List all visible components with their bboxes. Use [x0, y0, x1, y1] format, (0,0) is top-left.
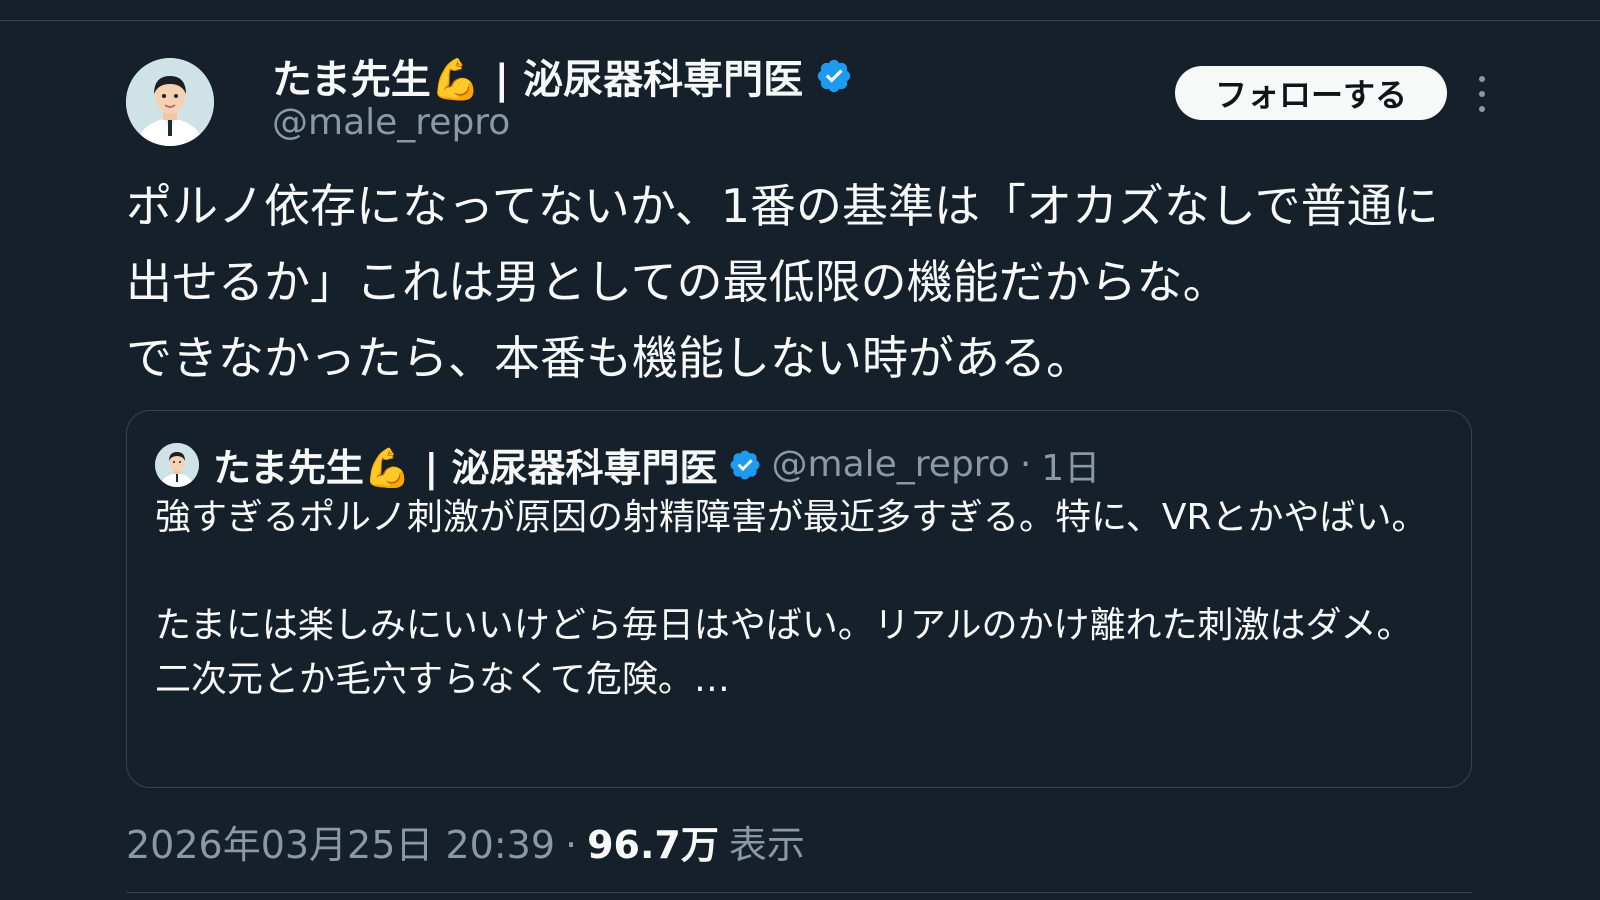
meta-separator: · — [565, 823, 578, 867]
doctor-avatar-icon — [126, 58, 214, 146]
tweet-meta: 2026年03月25日 20:39 · 96.7万 表示 — [126, 814, 805, 869]
follow-button[interactable]: フォローする — [1175, 66, 1447, 120]
views-label: 表示 — [728, 823, 805, 867]
more-dot — [1479, 91, 1485, 97]
quoted-author-display-name: たま先生💪 | 泌尿器科専門医 — [213, 446, 718, 490]
author-name-row: たま先生💪 | 泌尿器科専門医 — [272, 47, 853, 105]
quoted-tweet[interactable]: たま先生💪 | 泌尿器科専門医 @male_repro · 1日 強すぎるポルノ… — [126, 410, 1472, 788]
quoted-tweet-text: 強すぎるポルノ刺激が原因の射精障害が最近多すぎる。特に、VRとかやばい。 たまに… — [155, 491, 1445, 707]
more-vertical-icon[interactable] — [1470, 76, 1494, 112]
views-count: 96.7万 — [587, 823, 719, 867]
author-display-name[interactable]: たま先生💪 | 泌尿器科専門医 — [272, 47, 803, 105]
quoted-paragraph: 強すぎるポルノ刺激が原因の射精障害が最近多すぎる。特に、VRとかやばい。 — [155, 497, 1428, 538]
tweet-timestamp[interactable]: 2026年03月25日 20:39 — [126, 814, 555, 869]
quoted-tweet-time[interactable]: 1日 — [1041, 439, 1100, 491]
verified-badge-icon — [728, 448, 762, 482]
quoted-paragraph: たまには楽しみにいいけどら毎日はやばい。リアルのかけ離れた刺激はダメ。二次元とか… — [155, 605, 1413, 700]
quoted-author-handle: @male_repro — [771, 444, 1010, 485]
quoted-separator: · — [1019, 444, 1032, 485]
more-dot — [1479, 106, 1485, 112]
quoted-tweet-header: たま先生💪 | 泌尿器科専門医 @male_repro · 1日 — [155, 437, 1100, 492]
more-dot — [1479, 76, 1485, 82]
tweet-text: ポルノ依存になってないか、1番の基準は「オカズなしで普通に出せるか」これは男とし… — [126, 179, 1439, 385]
quoted-author-avatar — [155, 442, 199, 487]
author-avatar[interactable] — [126, 58, 214, 146]
top-divider — [0, 20, 1600, 21]
bottom-divider — [126, 892, 1472, 893]
tweet-author: たま先生💪 | 泌尿器科専門医 @male_repro — [272, 50, 853, 143]
author-handle[interactable]: @male_repro — [272, 102, 853, 143]
doctor-avatar-icon — [155, 442, 199, 487]
verified-badge-icon[interactable] — [815, 57, 853, 95]
